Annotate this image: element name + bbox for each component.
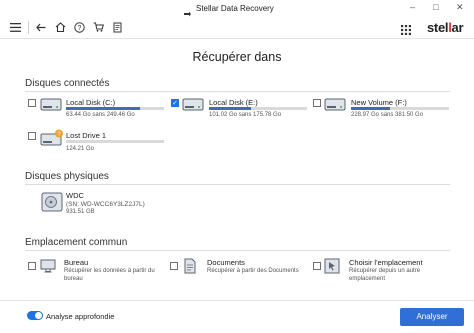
lost-drive-name: Lost Drive 1 bbox=[66, 131, 107, 140]
choose-location-desc-line2: emplacement bbox=[349, 276, 386, 282]
physical-disks-title: Disques physiques bbox=[25, 171, 109, 182]
documents-desc: Récupérer à partir des Documents bbox=[207, 267, 299, 275]
desktop-desc-line2: bureau bbox=[64, 276, 83, 282]
drive-f-usage-fill bbox=[351, 107, 390, 110]
physical-disk-icon bbox=[41, 192, 63, 212]
grid-menu-icon[interactable] bbox=[401, 22, 411, 35]
desktop-title: Bureau bbox=[64, 258, 89, 267]
svg-text:?: ? bbox=[77, 25, 81, 32]
help-icon[interactable]: ? bbox=[72, 20, 86, 34]
documents-icon bbox=[182, 258, 198, 274]
documents-checkbox[interactable] bbox=[170, 262, 178, 270]
drive-e-name: Local Disk (E:) bbox=[209, 98, 258, 107]
section-divider bbox=[25, 184, 450, 185]
drive-e-checkbox[interactable]: ✓ bbox=[171, 99, 179, 107]
desktop-icon bbox=[40, 258, 56, 274]
footer-divider bbox=[0, 300, 474, 301]
drive-c-usage-fill bbox=[66, 107, 140, 110]
drive-c-size: 63.44 Go sans 249.46 Go bbox=[66, 112, 135, 118]
choose-location-checkbox[interactable] bbox=[313, 262, 321, 270]
drive-f-name: New Volume (F:) bbox=[351, 98, 407, 107]
common-locations-title: Emplacement commun bbox=[25, 237, 128, 248]
stellar-logo: stellar bbox=[427, 20, 464, 35]
choose-location-desc-line1: Récupérer depuis un autre bbox=[349, 268, 421, 274]
section-divider bbox=[25, 91, 450, 92]
deep-scan-label: Analyse approfondie bbox=[46, 312, 115, 321]
documents-title: Documents bbox=[207, 258, 245, 267]
physical-disk-size: 931.51 GB bbox=[66, 209, 95, 215]
drive-f-checkbox[interactable] bbox=[313, 99, 321, 107]
desktop-desc-line1: Récupérer les données à partir du bbox=[64, 268, 155, 274]
hard-drive-icon bbox=[182, 96, 204, 113]
close-button[interactable]: ✕ bbox=[456, 2, 464, 13]
toggle-knob bbox=[35, 312, 42, 319]
choose-location-desc: Récupérer depuis un autre emplacement bbox=[349, 267, 420, 283]
minimize-button[interactable]: – bbox=[410, 2, 415, 12]
desktop-checkbox[interactable] bbox=[28, 262, 36, 270]
physical-disk-serial: (SN: WD-WCC6Y3LZ2J7L) bbox=[66, 201, 145, 208]
section-divider bbox=[25, 250, 450, 251]
lost-drive-icon: ? bbox=[40, 129, 64, 149]
window-title: Stellar Data Recovery bbox=[196, 4, 274, 13]
logo-text-end: ar bbox=[451, 20, 464, 35]
logo-text-start: stel bbox=[427, 20, 449, 35]
lost-drive-usage-bar bbox=[66, 140, 164, 143]
drive-e-size: 101.02 Go sans 175.78 Go bbox=[209, 112, 282, 118]
physical-disk-name: WDC bbox=[66, 191, 84, 200]
connected-drives-title: Disques connectés bbox=[25, 78, 110, 89]
maximize-button[interactable]: □ bbox=[433, 2, 438, 12]
app-icon bbox=[183, 5, 191, 17]
page-title: Récupérer dans bbox=[192, 50, 282, 64]
drive-e-usage-fill bbox=[209, 107, 251, 110]
back-icon[interactable] bbox=[34, 20, 48, 34]
lost-drive-size: 124.21 Go bbox=[66, 146, 95, 152]
lost-drive-checkbox[interactable] bbox=[28, 132, 36, 140]
drive-f-size: 228.97 Go sans 381.50 Go bbox=[351, 112, 424, 118]
drive-c-name: Local Disk (C:) bbox=[66, 98, 116, 107]
home-icon[interactable] bbox=[53, 20, 67, 34]
choose-location-icon bbox=[324, 258, 340, 274]
choose-location-title: Choisir l'emplacement bbox=[349, 258, 423, 267]
scan-button[interactable]: Analyser bbox=[400, 308, 464, 326]
documents-desc-line1: Récupérer à partir des Documents bbox=[207, 268, 299, 274]
toolbar-divider bbox=[28, 21, 29, 34]
menu-icon[interactable] bbox=[8, 20, 22, 34]
hard-drive-icon bbox=[40, 96, 62, 113]
hard-drive-icon bbox=[324, 96, 346, 113]
drive-c-checkbox[interactable] bbox=[28, 99, 36, 107]
cart-icon[interactable] bbox=[91, 20, 105, 34]
desktop-desc: Récupérer les données à partir du bureau bbox=[64, 267, 155, 283]
settings-icon[interactable] bbox=[110, 20, 124, 34]
